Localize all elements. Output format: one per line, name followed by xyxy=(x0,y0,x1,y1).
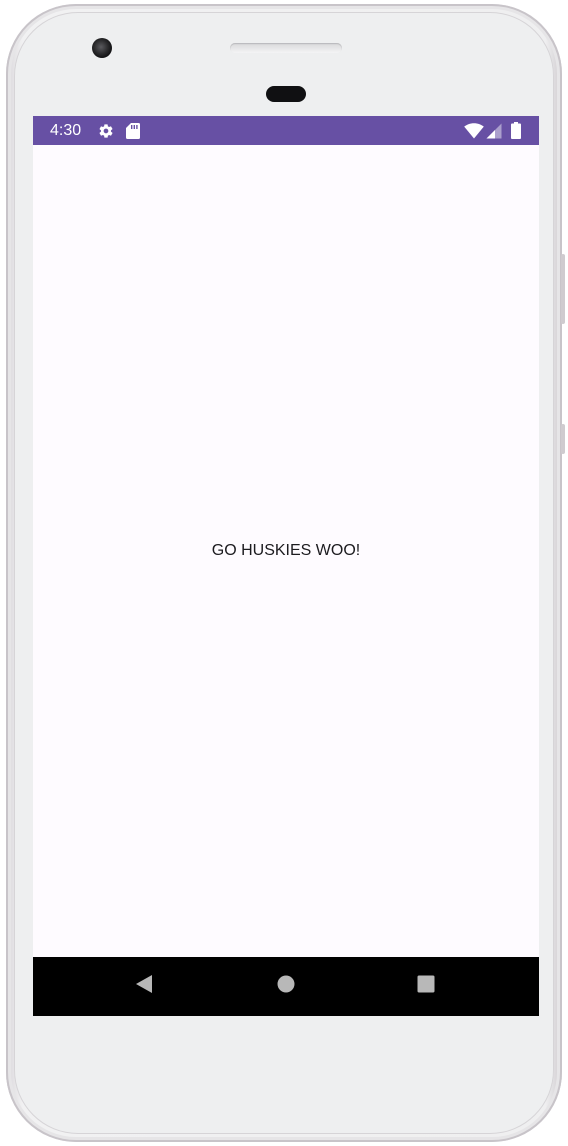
front-camera xyxy=(92,38,112,58)
battery-icon xyxy=(509,116,523,145)
recents-button[interactable] xyxy=(396,957,456,1016)
emulator-stage: 4:30 GO HUSKIES WOO! xyxy=(0,0,568,1146)
back-button[interactable] xyxy=(114,957,174,1016)
status-bar: 4:30 xyxy=(33,116,539,145)
power-button xyxy=(561,424,565,454)
navigation-bar xyxy=(33,957,539,1016)
home-icon xyxy=(277,975,295,998)
device-screen: 4:30 GO HUSKIES WOO! xyxy=(33,116,539,1016)
recents-icon xyxy=(417,975,435,998)
proximity-sensor xyxy=(266,86,306,102)
app-content: GO HUSKIES WOO! xyxy=(33,145,539,957)
wifi-icon xyxy=(463,116,485,145)
message-text: GO HUSKIES WOO! xyxy=(211,542,361,559)
volume-button xyxy=(561,254,565,324)
home-button[interactable] xyxy=(256,957,316,1016)
earpiece-speaker xyxy=(230,43,342,53)
signal-icon xyxy=(485,116,503,145)
back-icon xyxy=(135,974,153,999)
status-time: 4:30 xyxy=(50,122,82,139)
sd-card-icon xyxy=(125,116,141,145)
settings-icon xyxy=(97,116,115,145)
